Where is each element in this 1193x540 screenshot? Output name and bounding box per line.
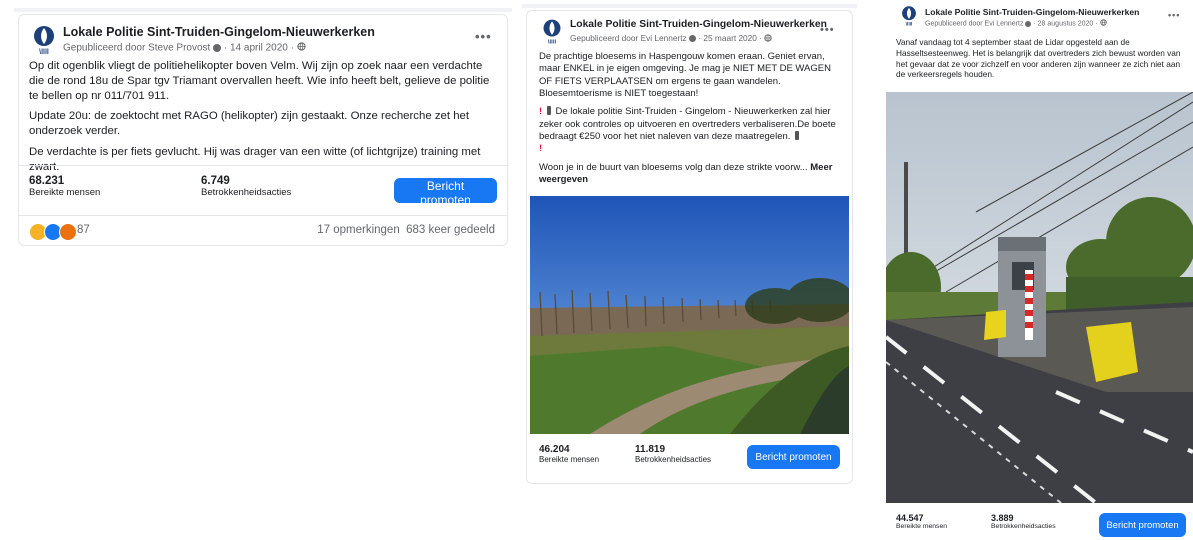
police-logo-icon[interactable]: \llll bbox=[900, 5, 918, 27]
exclamation-icon: ! bbox=[539, 106, 543, 118]
promote-post-button[interactable]: Bericht promoten bbox=[394, 178, 497, 207]
post-date[interactable]: 14 april 2020 bbox=[230, 43, 288, 54]
post-text: Op dit ogenblik vliegt de politiehelikop… bbox=[29, 59, 499, 181]
meta-separator: · bbox=[1095, 20, 1098, 28]
post-insights: 44.547 Bereikte mensen 3.889 Betrokkenhe… bbox=[885, 505, 1193, 540]
page-name-link[interactable]: Lokale Politie Sint-Truiden-Gingelom-Nie… bbox=[925, 7, 1139, 17]
police-logo-icon[interactable]: \llll bbox=[31, 25, 57, 55]
post-photo-lidar[interactable] bbox=[886, 92, 1193, 503]
published-by[interactable]: Gepubliceerd door Steve Provost bbox=[63, 43, 210, 54]
reach-label: Bereikte mensen bbox=[29, 187, 101, 198]
info-icon[interactable] bbox=[689, 35, 696, 43]
svg-text:\llll: \llll bbox=[548, 39, 557, 45]
globe-icon bbox=[764, 34, 772, 44]
post-paragraph: De prachtige bloesems in Haspengouw kome… bbox=[539, 51, 831, 100]
reach-value: 68.231 bbox=[29, 175, 65, 187]
reach-label: Bereikte mensen bbox=[539, 455, 600, 464]
post-text: Vanaf vandaag tot 4 september staat de L… bbox=[896, 37, 1186, 86]
reach-value: 44.547 bbox=[896, 513, 924, 523]
globe-icon bbox=[1099, 19, 1107, 28]
engagement-label: Betrokkenheidsacties bbox=[201, 187, 292, 198]
reach-stat[interactable]: 68.231 Bereikte mensen bbox=[29, 175, 100, 198]
angry-reaction-icon bbox=[59, 223, 77, 241]
info-icon[interactable] bbox=[1025, 20, 1032, 27]
reactions-bar: 87 17 opmerkingen 683 keer gedeeld bbox=[19, 215, 507, 246]
reach-stat[interactable]: 44.547 Bereikte mensen bbox=[896, 513, 947, 530]
reach-stat[interactable]: 46.204 Bereikte mensen bbox=[539, 444, 599, 464]
traffic-light-icon bbox=[546, 106, 551, 116]
engagement-label: Betrokkenheidsacties bbox=[635, 455, 712, 464]
post-date[interactable]: 25 maart 2020 bbox=[703, 33, 757, 43]
post-paragraph: Op dit ogenblik vliegt de politiehelikop… bbox=[29, 60, 490, 102]
reach-label: Bereikte mensen bbox=[896, 523, 948, 530]
engagement-value: 11.819 bbox=[635, 444, 666, 455]
post-paragraph: Update 20u: de zoektocht met RAGO (helik… bbox=[29, 110, 470, 138]
meta-separator: · bbox=[1033, 20, 1036, 28]
post-meta: Gepubliceerd door Evi Lennertz · 25 maar… bbox=[570, 33, 772, 44]
page-name-link[interactable]: Lokale Politie Sint-Truiden-Gingelom-Nie… bbox=[63, 25, 375, 39]
post-card-bloesems: \llll Lokale Politie Sint-Truiden-Gingel… bbox=[526, 10, 853, 484]
post-meta: Gepubliceerd door Steve Provost · 14 apr… bbox=[63, 42, 306, 54]
meta-separator: · bbox=[698, 33, 702, 43]
more-options-icon[interactable]: ••• bbox=[1168, 10, 1180, 20]
backdrop-left bbox=[14, 8, 512, 12]
meta-separator: · bbox=[759, 33, 762, 43]
engagement-value: 3.889 bbox=[991, 513, 1014, 523]
comments-shares[interactable]: 17 opmerkingen 683 keer gedeeld bbox=[317, 224, 495, 236]
exclamation-icon: ! bbox=[539, 143, 543, 155]
post-paragraph: Vanaf vandaag tot 4 september staat de L… bbox=[896, 37, 1181, 80]
police-logo-icon[interactable]: \llll bbox=[541, 18, 563, 45]
published-by[interactable]: Gepubliceerd door Evi Lennertz bbox=[925, 20, 1023, 27]
reaction-icons[interactable] bbox=[29, 223, 77, 241]
post-insights: 68.231 Bereikte mensen 6.749 Betrokkenhe… bbox=[19, 165, 507, 214]
post-card-velm: \llll Lokale Politie Sint-Truiden-Gingel… bbox=[18, 14, 508, 246]
post-text: De prachtige bloesems in Haspengouw kome… bbox=[539, 51, 845, 192]
post-photo-orchard[interactable] bbox=[530, 196, 849, 434]
post-paragraph: De lokale politie Sint-Truiden - Gingelo… bbox=[539, 106, 836, 143]
meta-separator: · bbox=[223, 42, 228, 54]
more-options-icon[interactable]: ••• bbox=[820, 24, 835, 36]
promote-post-button[interactable]: Bericht promoten bbox=[747, 445, 840, 469]
post-paragraph-wrapper: Woon je in de buurt van bloesems volg da… bbox=[539, 162, 845, 187]
engagement-label: Betrokkenheidsacties bbox=[991, 523, 1056, 530]
post-date[interactable]: 28 augustus 2020 bbox=[1038, 20, 1094, 27]
more-options-icon[interactable]: ••• bbox=[475, 29, 492, 44]
promote-post-button[interactable]: Bericht promoten bbox=[1099, 513, 1186, 537]
info-icon[interactable] bbox=[213, 44, 222, 52]
engagement-stat[interactable]: 3.889 Betrokkenheidsacties bbox=[991, 513, 1056, 530]
post-card-lidar: \llll Lokale Politie Sint-Truiden-Gingel… bbox=[885, 0, 1193, 540]
post-insights: 46.204 Bereikte mensen 11.819 Betrokkenh… bbox=[527, 437, 852, 483]
reactions-count[interactable]: 87 bbox=[77, 224, 90, 236]
svg-text:\llll: \llll bbox=[39, 49, 49, 55]
svg-text:\llll: \llll bbox=[906, 22, 913, 27]
meta-separator: · bbox=[290, 42, 294, 54]
page-name-link[interactable]: Lokale Politie Sint-Truiden-Gingelom-Nie… bbox=[570, 19, 827, 30]
engagement-stat[interactable]: 6.749 Betrokkenheidsacties bbox=[201, 175, 291, 198]
post-paragraph: Woon je in de buurt van bloesems volg da… bbox=[539, 161, 808, 173]
post-meta: Gepubliceerd door Evi Lennertz · 28 augu… bbox=[925, 19, 1107, 28]
published-by[interactable]: Gepubliceerd door Evi Lennertz bbox=[570, 33, 687, 43]
traffic-light-icon bbox=[795, 131, 800, 141]
globe-icon bbox=[297, 42, 306, 54]
post-paragraph-wrapper: ! De lokale politie Sint-Truiden - Ginge… bbox=[539, 106, 845, 155]
reach-value: 46.204 bbox=[539, 444, 570, 455]
engagement-value: 6.749 bbox=[201, 175, 230, 187]
engagement-stat[interactable]: 11.819 Betrokkenheidsacties bbox=[635, 444, 711, 464]
backdrop-middle bbox=[522, 4, 857, 8]
